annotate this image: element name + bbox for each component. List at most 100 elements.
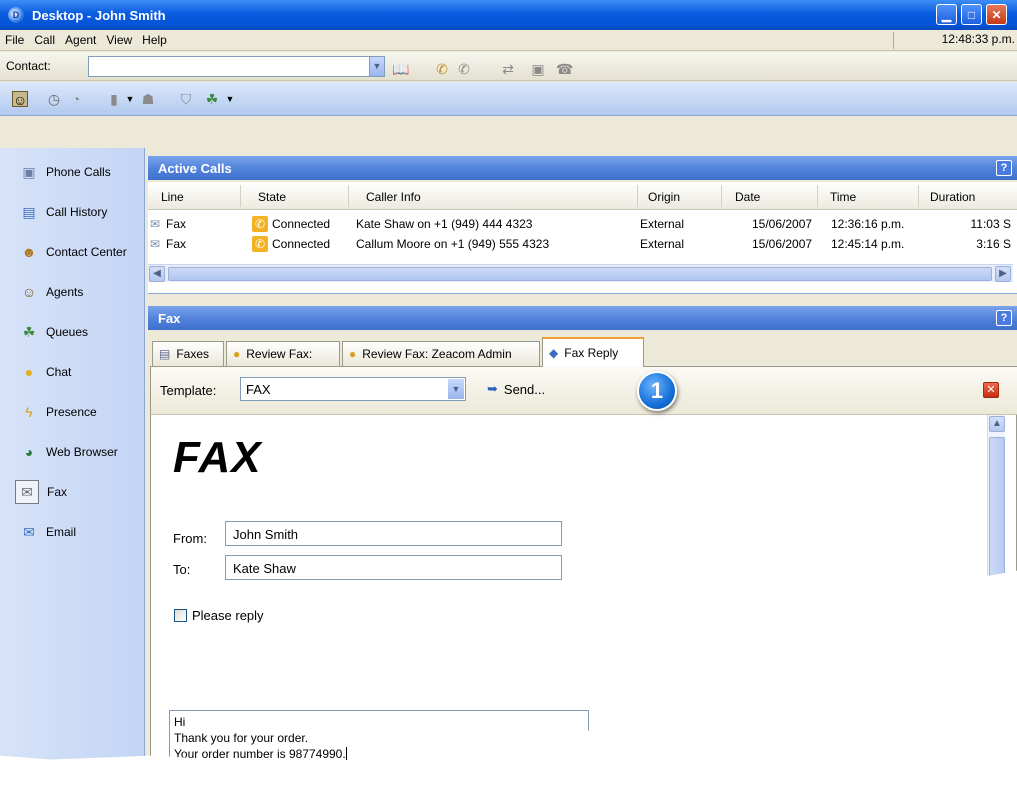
menu-agent[interactable]: Agent — [60, 33, 101, 47]
column-line[interactable]: Line — [161, 190, 184, 204]
scroll-up-icon[interactable]: ▲ — [989, 416, 1005, 432]
from-field[interactable]: John Smith — [225, 521, 562, 546]
transfer-icon[interactable]: ⇄ — [500, 61, 516, 77]
cell-state: Connected — [272, 237, 331, 251]
address-book-icon[interactable]: 📖 — [392, 61, 409, 77]
email-icon: ✉ — [23, 523, 35, 540]
table-row[interactable]: ✉ Fax ✆ Connected Kate Shaw on +1 (949) … — [148, 214, 1017, 234]
wrap-up-timer-icon[interactable]: ◷ — [46, 91, 62, 107]
sidebar-item-chat[interactable]: ● Chat — [0, 352, 145, 392]
cell-duration: 11:03 S — [970, 217, 1011, 231]
scroll-left-icon[interactable]: ◀ — [149, 266, 165, 282]
message-body-field[interactable]: Hi Thank you for your order. Your order … — [169, 710, 589, 770]
column-divider[interactable] — [637, 185, 638, 207]
table-row[interactable]: ✉ Fax ✆ Connected Callum Moore on +1 (94… — [148, 234, 1017, 254]
queues-dropdown-icon[interactable]: ▼ — [222, 91, 238, 107]
menu-call[interactable]: Call — [29, 33, 60, 47]
tab-review-fax-zeacom-admin[interactable]: ● Review Fax: Zeacom Admin — [342, 341, 540, 366]
sidebar-item-email[interactable]: ✉ Email — [0, 512, 145, 552]
app-window: D Desktop - John Smith ▁ □ ✕ File Call A… — [0, 0, 1017, 770]
column-divider[interactable] — [348, 185, 349, 207]
chevron-down-icon[interactable]: ▼ — [448, 379, 464, 399]
contact-dropdown-icon[interactable]: ▼ — [369, 57, 384, 76]
queue-status-icon[interactable]: ▮ — [106, 91, 122, 107]
sidebar-item-phone-calls[interactable]: ▣ Phone Calls — [0, 152, 145, 192]
horizontal-scrollbar[interactable]: ◀ ▶ — [148, 264, 1013, 282]
filter-icon[interactable]: ⛉ — [178, 91, 194, 107]
sidebar-item-presence[interactable]: ϟ Presence — [0, 392, 145, 432]
menu-help[interactable]: Help — [137, 33, 172, 47]
sidebar-item-queues[interactable]: ☘ Queues — [0, 312, 145, 352]
break-icon[interactable]: ◔ — [68, 91, 84, 107]
column-divider[interactable] — [817, 185, 818, 207]
review-fax-icon: ● — [349, 347, 357, 361]
contact-center-icon: ☻ — [21, 244, 37, 260]
column-state[interactable]: State — [258, 190, 286, 204]
help-icon[interactable]: ? — [996, 160, 1012, 176]
send-button[interactable]: ➥ Send... — [487, 381, 545, 397]
please-reply-checkbox[interactable] — [174, 609, 187, 622]
hangup-icon[interactable]: ✆ — [456, 61, 472, 77]
conference-icon[interactable]: ☎ — [556, 61, 573, 77]
tab-review-fax[interactable]: ● Review Fax: — [226, 341, 340, 366]
vertical-scrollbar[interactable]: ▲ — [987, 415, 1005, 770]
sidebar-item-label: Chat — [46, 365, 72, 379]
to-label: To: — [173, 562, 191, 577]
hold-icon[interactable]: ▣ — [530, 61, 546, 77]
title-bar[interactable]: D Desktop - John Smith ▁ □ ✕ — [0, 0, 1017, 30]
close-window-button[interactable]: ✕ — [986, 4, 1007, 25]
sidebar-item-web-browser[interactable]: ◕ Web Browser — [0, 432, 145, 472]
agent-status-icon[interactable]: ☺ — [12, 91, 28, 108]
maximize-button[interactable]: □ — [961, 4, 982, 25]
sidebar-item-contact-center[interactable]: ☻ Contact Center — [0, 232, 145, 272]
close-icon[interactable]: ✕ — [983, 382, 999, 398]
column-duration[interactable]: Duration — [930, 190, 975, 204]
column-divider[interactable] — [721, 185, 722, 207]
cell-time: 12:36:16 p.m. — [831, 217, 905, 231]
sidebar-item-label: Agents — [46, 285, 84, 299]
column-time[interactable]: Time — [830, 190, 856, 204]
sidebar-item-label: Contact Center — [46, 245, 127, 259]
to-field[interactable]: Kate Shaw — [225, 555, 562, 580]
scroll-right-icon[interactable]: ▶ — [995, 266, 1011, 282]
cell-time: 12:45:14 p.m. — [831, 237, 905, 251]
review-fax-icon: ● — [233, 347, 241, 361]
queues-toolbar-icon[interactable]: ☘ — [204, 91, 220, 107]
sidebar-item-label: Call History — [46, 205, 108, 219]
contact-input[interactable] — [88, 56, 385, 77]
fax-icon: ✉ — [15, 480, 39, 504]
column-origin[interactable]: Origin — [648, 190, 680, 204]
presence-icon: ϟ — [25, 404, 33, 420]
scroll-thumb[interactable] — [168, 267, 992, 281]
sidebar-item-fax[interactable]: ✉ Fax — [0, 472, 145, 512]
cell-line: Fax — [166, 237, 187, 251]
agents-group-icon[interactable]: ☗ — [140, 91, 156, 107]
column-caller-info[interactable]: Caller Info — [366, 190, 421, 204]
column-date[interactable]: Date — [735, 190, 760, 204]
cell-origin: External — [640, 217, 685, 231]
queue-dropdown-icon[interactable]: ▼ — [122, 91, 138, 107]
message-line: Hi — [174, 715, 186, 729]
help-icon[interactable]: ? — [996, 310, 1012, 326]
cell-duration: 3:16 S — [976, 237, 1011, 251]
sidebar-item-agents[interactable]: ☺ Agents — [0, 272, 145, 312]
template-select[interactable]: FAX ▼ — [240, 377, 466, 401]
column-divider[interactable] — [918, 185, 919, 207]
menu-file[interactable]: File — [0, 33, 29, 47]
connected-icon: ✆ — [252, 236, 268, 252]
app-logo-icon: D — [8, 7, 24, 23]
menu-view[interactable]: View — [101, 33, 137, 47]
cell-line: Fax — [166, 217, 187, 231]
tab-label: Review Fax: — [246, 347, 313, 361]
column-divider[interactable] — [240, 185, 241, 207]
scroll-thumb[interactable] — [989, 437, 1005, 737]
from-label: From: — [173, 531, 207, 546]
tab-fax-reply[interactable]: ◆ Fax Reply — [542, 337, 644, 367]
sidebar-item-label: Email — [46, 525, 77, 539]
sidebar-item-call-history[interactable]: ▤ Call History — [0, 192, 145, 232]
tab-label: Faxes — [176, 347, 210, 361]
tab-faxes[interactable]: ▤ Faxes — [152, 341, 224, 366]
sidebar-item-label: Web Browser — [46, 445, 118, 459]
minimize-button[interactable]: ▁ — [936, 4, 957, 25]
dial-icon[interactable]: ✆ — [434, 61, 450, 77]
